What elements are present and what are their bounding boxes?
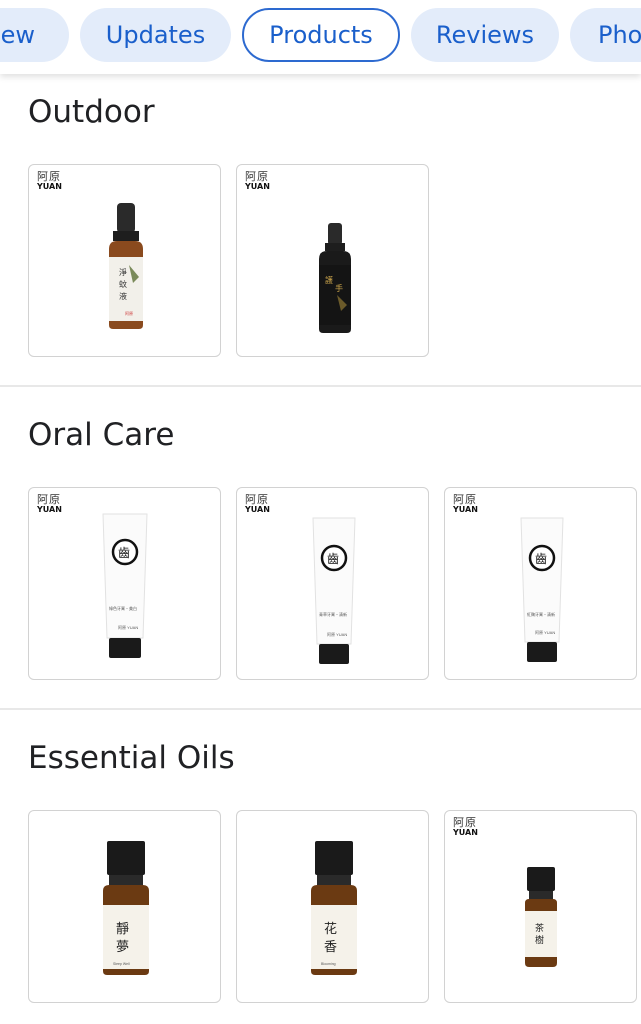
svg-text:手: 手 [335,283,343,293]
product-card[interactable]: 靜 夢 Sleep Well [28,810,221,1003]
section-divider [0,385,641,387]
tab-photos[interactable]: Pho [570,8,641,62]
svg-text:樹: 樹 [535,934,544,945]
tab-overview[interactable]: iew [0,8,69,62]
svg-text:花: 花 [324,921,337,936]
svg-text:齒: 齒 [535,552,547,566]
svg-text:紅麴牙膏‧清新: 紅麴牙膏‧清新 [527,611,555,617]
svg-text:液: 液 [119,291,127,301]
product-card[interactable]: 阿原 YUAN 齒 紅麴牙膏‧清新 阿原 YUAN [444,487,637,680]
product-card[interactable]: 阿原 YUAN 護 手 [236,164,429,357]
svg-text:青草牙膏‧清新: 青草牙膏‧清新 [319,611,347,617]
product-card[interactable]: 阿原 YUAN 茶 樹 [444,810,637,1003]
svg-text:Sleep Well: Sleep Well [113,962,130,966]
svg-text:阿原 YUAN: 阿原 YUAN [118,624,138,630]
svg-text:靜: 靜 [116,921,129,936]
section-divider [0,708,641,710]
svg-text:茶: 茶 [535,922,544,933]
svg-text:香: 香 [324,939,337,954]
spray-bottle-image: 淨 蚊 液 阿原 [109,203,143,329]
svg-text:蚊: 蚊 [119,279,127,289]
svg-text:夢: 夢 [116,939,129,954]
svg-text:阿原 YUAN: 阿原 YUAN [535,629,555,635]
svg-text:齒: 齒 [118,546,130,560]
tab-bar: iew Updates Products Reviews Pho [0,0,641,74]
essential-oil-bottle-image: 靜 夢 Sleep Well [103,841,149,975]
essential-oil-bottle-image: 茶 樹 [525,867,557,967]
svg-text:阿原: 阿原 [125,310,133,316]
tab-updates[interactable]: Updates [80,8,231,62]
tab-reviews[interactable]: Reviews [411,8,559,62]
svg-text:綠色牙膏‧美白: 綠色牙膏‧美白 [109,605,137,611]
section-title-outdoor: Outdoor [28,94,155,130]
toothpaste-tube-image: 齒 綠色牙膏‧美白 阿原 YUAN [102,513,148,658]
product-card[interactable]: 阿原 YUAN 齒 青草牙膏‧清新 阿原 YUAN [236,487,429,680]
svg-text:阿原 YUAN: 阿原 YUAN [327,631,347,637]
section-title-oral-care: Oral Care [28,417,175,453]
tab-products[interactable]: Products [242,8,400,62]
product-card[interactable]: 阿原 YUAN 齒 綠色牙膏‧美白 阿原 YUAN [28,487,221,680]
svg-text:淨: 淨 [119,267,127,277]
section-title-essential-oils: Essential Oils [28,740,235,776]
product-card[interactable]: 阿原 YUAN 淨 蚊 液 阿原 [28,164,221,357]
svg-text:Blooming: Blooming [321,962,336,966]
toothpaste-tube-image: 齒 青草牙膏‧清新 阿原 YUAN [312,517,356,664]
essential-oil-bottle-image: 花 香 Blooming [311,841,357,975]
svg-text:護: 護 [325,275,333,285]
toothpaste-tube-image: 齒 紅麴牙膏‧清新 阿原 YUAN [520,517,564,662]
product-card[interactable]: 花 香 Blooming [236,810,429,1003]
spray-bottle-image: 護 手 [319,223,351,333]
svg-text:齒: 齒 [327,552,339,566]
